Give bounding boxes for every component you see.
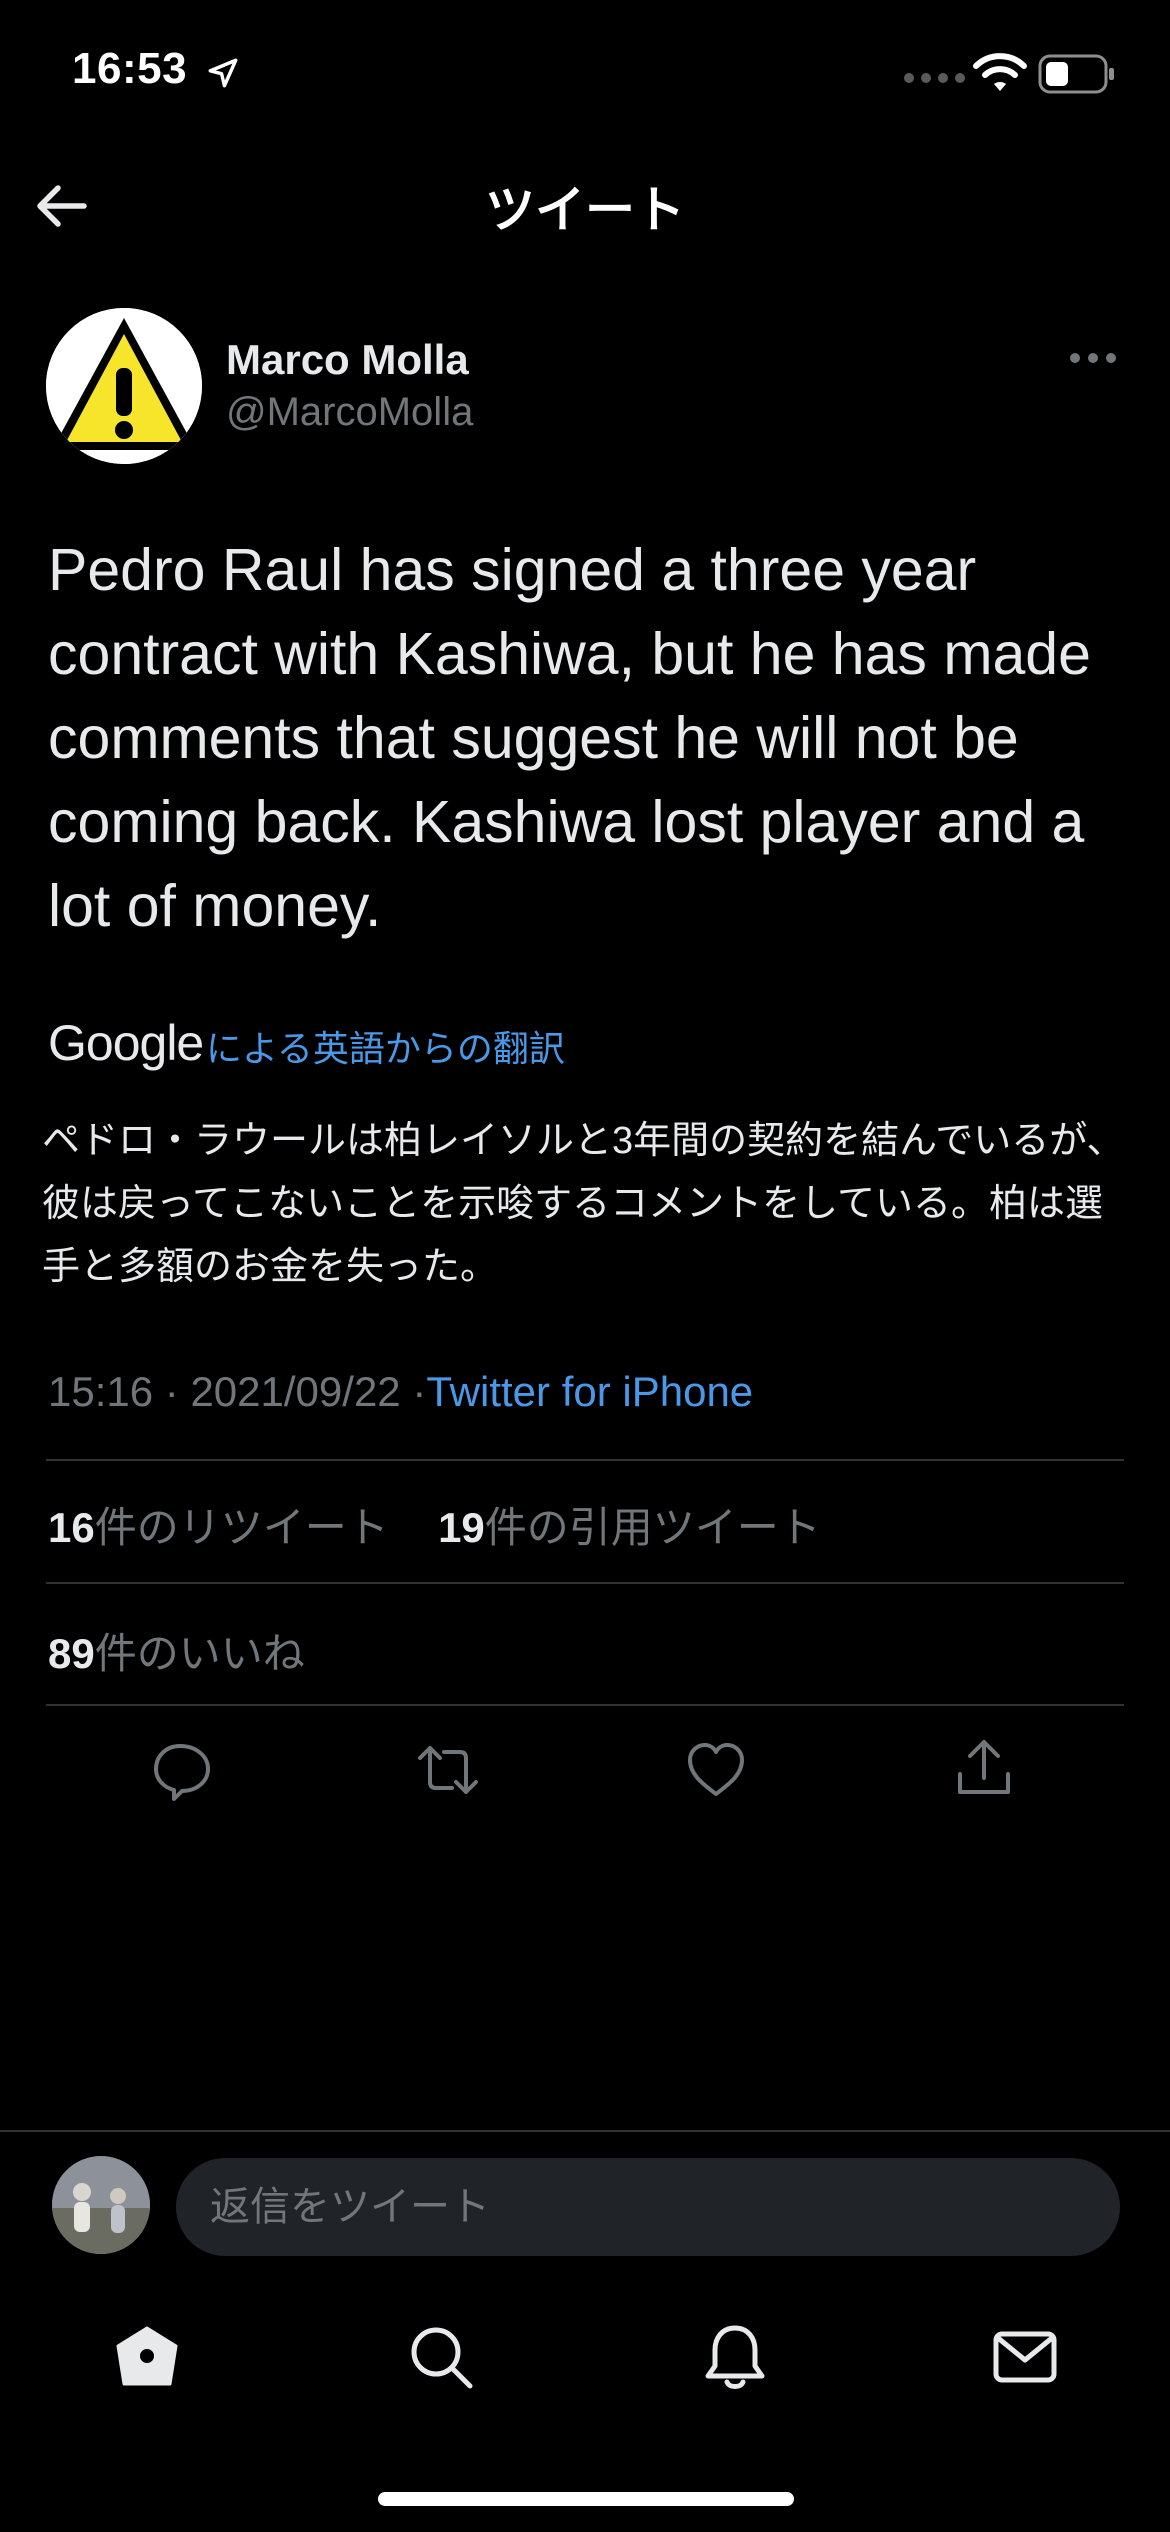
- user-avatar[interactable]: [52, 2156, 150, 2254]
- retweet-icon[interactable]: [416, 1738, 480, 1802]
- tweet-date: 2021/09/22: [190, 1368, 401, 1415]
- avatar-photo-icon: [52, 2156, 150, 2254]
- quotes-count: 19: [438, 1504, 485, 1551]
- tweet-meta: 15:16 · 2021/09/22 ·Twitter for iPhone: [48, 1368, 753, 1416]
- author-handle[interactable]: @MarcoMolla: [226, 390, 473, 435]
- retweet-quote-stats: 16件のリツイート 19件の引用ツイート: [48, 1494, 821, 1555]
- likes-label: 件のいいね: [94, 1630, 305, 1677]
- meta-separator: ·: [164, 1368, 179, 1415]
- tweet-text: Pedro Raul has signed a three year contr…: [48, 537, 1091, 939]
- like-heart-icon[interactable]: [684, 1738, 748, 1802]
- tweet-time: 15:16: [48, 1368, 154, 1415]
- retweets-label: 件のリツイート: [94, 1504, 389, 1551]
- battery-icon: [1038, 54, 1114, 94]
- quotes-stat[interactable]: 19件の引用ツイート: [438, 1504, 821, 1551]
- notifications-bell-icon[interactable]: [700, 2322, 770, 2392]
- meta-separator: ·: [412, 1368, 427, 1415]
- messages-mail-icon[interactable]: [990, 2322, 1060, 2392]
- divider: [46, 1459, 1124, 1461]
- reply-bar-divider: [0, 2130, 1170, 2132]
- author-name[interactable]: Marco Molla: [226, 336, 469, 384]
- quotes-label: 件の引用ツイート: [484, 1504, 821, 1551]
- more-options-icon[interactable]: [1068, 346, 1118, 370]
- home-icon[interactable]: [112, 2322, 182, 2392]
- home-indicator: [378, 2492, 794, 2506]
- status-time: 16:53: [72, 44, 188, 93]
- reply-icon[interactable]: [150, 1738, 214, 1802]
- reply-input[interactable]: 返信をツイート: [176, 2158, 1120, 2256]
- translated-text: ペドロ・ラウールは柏レイソルと3年間の契約を結んでいるが、彼は戻ってこないことを…: [42, 1120, 1125, 1288]
- page-title: ツイート: [485, 182, 685, 238]
- google-logo: Google: [48, 1015, 204, 1071]
- tweet-source-link[interactable]: Twitter for iPhone: [426, 1368, 753, 1415]
- search-icon[interactable]: [406, 2322, 476, 2392]
- divider: [46, 1704, 1124, 1706]
- retweets-stat[interactable]: 16件のリツイート: [48, 1504, 389, 1551]
- translation-label-link[interactable]: による英語からの翻訳: [206, 1020, 565, 1072]
- cellular-signal-icon: [904, 73, 965, 83]
- wifi-icon: [973, 53, 1027, 91]
- share-icon[interactable]: [952, 1736, 1016, 1800]
- likes-count: 89: [48, 1630, 95, 1677]
- author-avatar[interactable]: [46, 308, 202, 464]
- warning-sign-icon: [46, 308, 202, 464]
- retweets-count: 16: [48, 1504, 95, 1551]
- location-arrow-icon: [208, 58, 238, 88]
- likes-stat[interactable]: 89件のいいね: [48, 1620, 305, 1681]
- divider: [46, 1582, 1124, 1584]
